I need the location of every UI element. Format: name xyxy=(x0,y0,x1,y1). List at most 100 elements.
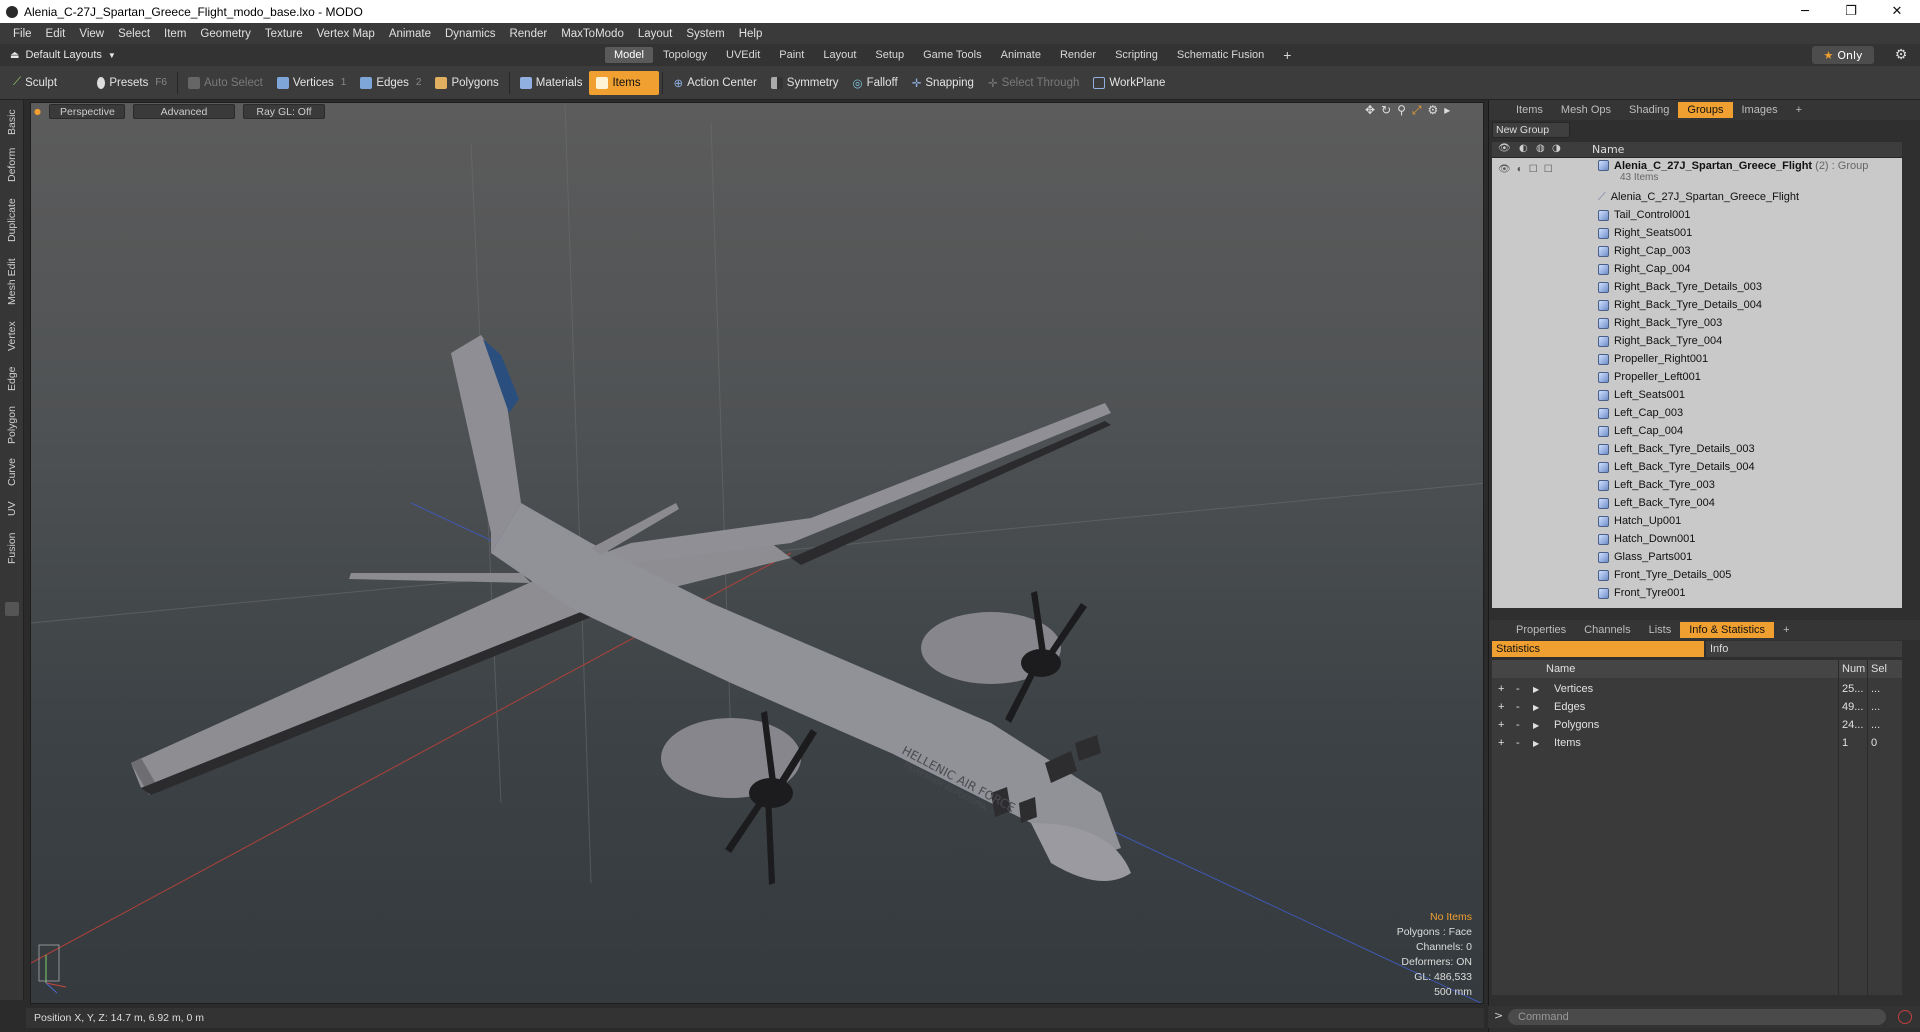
menu-select[interactable]: Select xyxy=(111,28,157,40)
command-input[interactable]: Command xyxy=(1508,1009,1886,1025)
add-tab-button[interactable]: + xyxy=(1274,45,1300,65)
only-toggle-button[interactable]: ★ Only xyxy=(1812,46,1874,64)
maximize-button[interactable]: ❐ xyxy=(1828,0,1874,23)
list-item[interactable]: Hatch_Up001 xyxy=(1492,512,1902,530)
default-layouts-dropdown[interactable]: ⏏ Default Layouts ▼ xyxy=(0,49,605,61)
falloff-button[interactable]: ◎ Falloff xyxy=(846,71,905,95)
menu-layout[interactable]: Layout xyxy=(631,28,680,40)
fit-icon[interactable]: ⤢ xyxy=(1412,103,1422,118)
raygl-toggle[interactable]: Ray GL: Off xyxy=(242,104,325,119)
minimize-button[interactable]: ─ xyxy=(1782,0,1828,23)
list-item[interactable]: Left_Seats001 xyxy=(1492,386,1902,404)
chevron-right-icon[interactable]: ▶ xyxy=(1533,739,1539,748)
viewport-settings-icon[interactable]: ⚙ xyxy=(1428,103,1439,118)
table-row[interactable]: + - ▶ Polygons 24... ... xyxy=(1492,716,1902,734)
chevron-right-icon[interactable]: ▶ xyxy=(1533,685,1539,694)
3d-viewport[interactable]: HELLENIC AIR FORCE ΠΟΛΕΜΙΚΗ ΑΕΡΟΠΟΡΙΑ 41… xyxy=(30,102,1484,1004)
move-icon[interactable]: ✥ xyxy=(1365,103,1375,118)
list-item[interactable]: Left_Back_Tyre_004 xyxy=(1492,494,1902,512)
workplane-button[interactable]: WorkPlane xyxy=(1086,71,1172,95)
menu-animate[interactable]: Animate xyxy=(382,28,438,40)
tab-game-tools[interactable]: Game Tools xyxy=(914,47,991,63)
select-through-button[interactable]: ✛ Select Through xyxy=(981,71,1086,95)
new-group-button[interactable]: New Group xyxy=(1492,122,1570,138)
list-item[interactable]: Left_Back_Tyre_003 xyxy=(1492,476,1902,494)
tab-items[interactable]: Items xyxy=(1507,102,1552,118)
zoom-icon[interactable]: ⚲ xyxy=(1397,103,1406,118)
tab-schematic-fusion[interactable]: Schematic Fusion xyxy=(1168,47,1273,63)
menu-edit[interactable]: Edit xyxy=(39,28,73,40)
rotate-icon[interactable]: ↻ xyxy=(1381,103,1391,118)
tab-basic[interactable]: Basic xyxy=(2,104,22,140)
menu-system[interactable]: System xyxy=(679,28,731,40)
render-icon[interactable]: ◐ xyxy=(1517,164,1523,175)
list-item[interactable]: Right_Seats001 xyxy=(1492,224,1902,242)
tab-render[interactable]: Render xyxy=(1051,47,1105,63)
add-panel-tab-button[interactable]: + xyxy=(1774,622,1798,638)
expand-plus-icon[interactable]: + xyxy=(1498,683,1504,695)
list-item[interactable]: Left_Back_Tyre_Details_004 xyxy=(1492,458,1902,476)
snapping-button[interactable]: ✛ Snapping xyxy=(905,71,981,95)
tab-uvedit[interactable]: UVEdit xyxy=(717,47,769,63)
sculpt-button[interactable]: ⟋ Sculpt xyxy=(6,71,90,95)
tab-uv[interactable]: UV xyxy=(2,496,22,522)
tab-shading[interactable]: Shading xyxy=(1620,102,1678,118)
lock-icon[interactable]: ☐ xyxy=(1529,164,1538,175)
list-item[interactable]: Right_Cap_004 xyxy=(1492,260,1902,278)
tab-channels[interactable]: Channels xyxy=(1575,622,1639,638)
viewport-menu-dot[interactable]: ● xyxy=(34,104,41,120)
presets-button[interactable]: Presets F6 xyxy=(90,71,174,95)
menu-dynamics[interactable]: Dynamics xyxy=(438,28,502,40)
tab-properties[interactable]: Properties xyxy=(1507,622,1575,638)
vertices-mode-button[interactable]: Vertices 1 xyxy=(270,71,353,95)
tab-lists[interactable]: Lists xyxy=(1640,622,1681,638)
list-item[interactable]: Hatch_Down001 xyxy=(1492,530,1902,548)
expand-plus-icon[interactable]: + xyxy=(1498,737,1504,749)
view-perspective-dropdown[interactable]: Perspective xyxy=(48,104,125,119)
menu-texture[interactable]: Texture xyxy=(258,28,310,40)
table-row[interactable]: + - ▶ Items 1 0 xyxy=(1492,734,1902,752)
menu-maxtomodo[interactable]: MaxToModo xyxy=(554,28,631,40)
tab-polygon[interactable]: Polygon xyxy=(2,402,22,448)
expand-plus-icon[interactable]: + xyxy=(1498,701,1504,713)
symmetry-button[interactable]: Symmetry xyxy=(764,71,846,95)
table-row[interactable]: + - ▶ Edges 49... ... xyxy=(1492,698,1902,716)
edges-mode-button[interactable]: Edges 2 xyxy=(353,71,428,95)
list-item[interactable]: Left_Back_Tyre_Details_003 xyxy=(1492,440,1902,458)
menu-file[interactable]: File xyxy=(6,28,39,40)
collapse-minus-icon[interactable]: - xyxy=(1516,719,1520,731)
list-item[interactable]: ⟋ Alenia_C_27J_Spartan_Greece_Flight xyxy=(1492,188,1902,206)
statistics-section-tab[interactable]: Statistics xyxy=(1492,641,1704,657)
menu-geometry[interactable]: Geometry xyxy=(193,28,258,40)
list-item[interactable]: Right_Back_Tyre_Details_003 xyxy=(1492,278,1902,296)
tab-model[interactable]: Model xyxy=(605,47,653,63)
expand-plus-icon[interactable]: + xyxy=(1498,719,1504,731)
shading-advanced-dropdown[interactable]: Advanced xyxy=(132,104,235,119)
tab-mesh-edit[interactable]: Mesh Edit xyxy=(2,254,22,310)
tab-groups[interactable]: Groups xyxy=(1678,102,1733,118)
select-icon[interactable]: ☐ xyxy=(1544,164,1553,175)
list-item[interactable]: Glass_Parts001 xyxy=(1492,548,1902,566)
collapse-minus-icon[interactable]: - xyxy=(1516,701,1520,713)
list-item[interactable]: Left_Cap_003 xyxy=(1492,404,1902,422)
list-item[interactable]: Propeller_Right001 xyxy=(1492,350,1902,368)
polygons-mode-button[interactable]: Polygons xyxy=(428,71,505,95)
list-item[interactable]: Front_Tyre_Details_005 xyxy=(1492,566,1902,584)
add-panel-tab-button[interactable]: + xyxy=(1787,102,1811,118)
table-row[interactable]: + - ▶ Vertices 25... ... xyxy=(1492,680,1902,698)
list-item[interactable]: Right_Back_Tyre_003 xyxy=(1492,314,1902,332)
tab-layout[interactable]: Layout xyxy=(814,47,865,63)
tab-deform[interactable]: Deform xyxy=(2,144,22,186)
viewport-expand-icon[interactable]: ▸ xyxy=(1444,103,1450,118)
collapse-minus-icon[interactable]: - xyxy=(1516,683,1520,695)
record-icon[interactable] xyxy=(1898,1010,1912,1024)
menu-item[interactable]: Item xyxy=(157,28,193,40)
list-item[interactable]: Right_Back_Tyre_Details_004 xyxy=(1492,296,1902,314)
materials-mode-button[interactable]: Materials xyxy=(513,71,590,95)
list-item[interactable]: Left_Cap_004 xyxy=(1492,422,1902,440)
tab-animate[interactable]: Animate xyxy=(992,47,1050,63)
tab-images[interactable]: Images xyxy=(1733,102,1787,118)
list-item[interactable]: Right_Cap_003 xyxy=(1492,242,1902,260)
close-button[interactable]: ✕ xyxy=(1874,0,1920,23)
menu-render[interactable]: Render xyxy=(502,28,554,40)
